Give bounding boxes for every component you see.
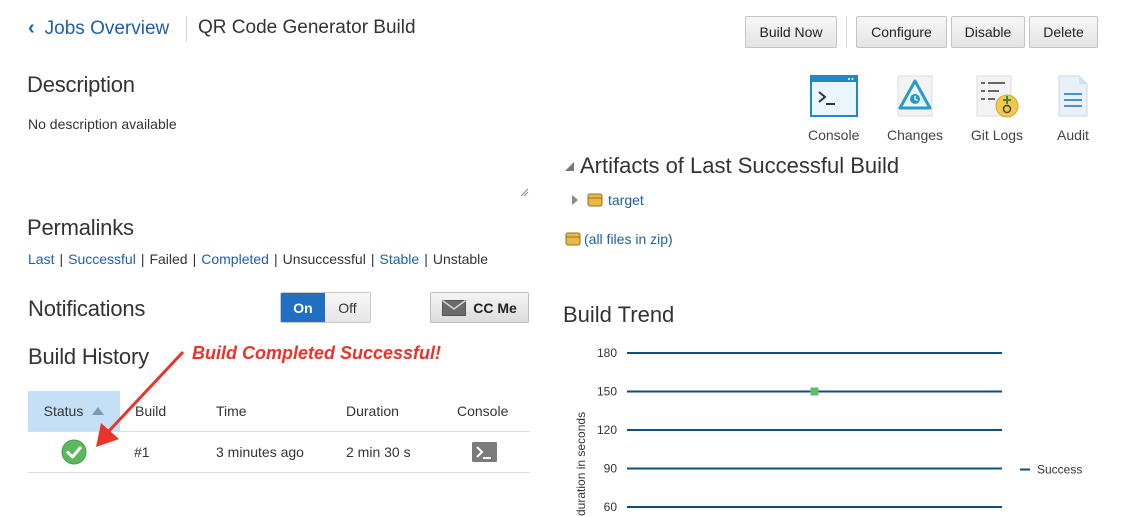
notifications-toggle: On Off [280, 292, 371, 323]
sort-ascending-icon [92, 407, 105, 415]
build-time: 3 minutes ago [216, 444, 304, 460]
build-number-link[interactable]: #1 [134, 432, 150, 472]
y-tick-label: 60 [604, 500, 618, 514]
status-success-icon [61, 432, 87, 472]
description-heading: Description [27, 72, 135, 97]
artifacts-heading[interactable]: Artifacts of Last Successful Build [563, 153, 899, 179]
permalink-stable[interactable]: Stable [379, 251, 419, 267]
git-logs-nav[interactable]: Git Logs [969, 74, 1025, 143]
build-history-heading: Build History [28, 344, 149, 369]
audit-nav-label: Audit [1057, 127, 1089, 143]
annotation-text: Build Completed Successful! [192, 343, 442, 363]
y-tick-label: 90 [604, 462, 618, 476]
y-axis-label: duration in seconds [574, 412, 588, 516]
console-nav-label: Console [808, 127, 860, 143]
changes-icon [897, 75, 933, 117]
column-console: Console [457, 403, 509, 419]
archive-icon [587, 193, 603, 207]
build-trend-heading: Build Trend [563, 302, 675, 327]
permalink-successful[interactable]: Successful [68, 251, 136, 267]
page-title: QR Code Generator Build [198, 17, 416, 38]
permalink-unstable: Unstable [432, 251, 489, 267]
console-nav[interactable]: Console [808, 74, 859, 143]
build-now-button[interactable]: Build Now [745, 16, 837, 48]
console-output-icon[interactable] [472, 432, 497, 472]
console-icon [809, 75, 858, 117]
chevron-left-icon: ‹ [28, 17, 35, 39]
permalink-failed: Failed [149, 251, 188, 267]
build-history-header: Status Build Time Duration Console [28, 391, 530, 432]
git-logs-icon [976, 75, 1019, 118]
zip-archive-icon [565, 232, 581, 246]
build-duration: 2 min 30 s [346, 444, 411, 460]
changes-nav-label: Changes [887, 127, 944, 143]
configure-button[interactable]: Configure [856, 16, 947, 48]
audit-nav[interactable]: Audit [1055, 74, 1091, 143]
cc-me-label: CC Me [473, 299, 517, 316]
permalink-completed[interactable]: Completed [201, 251, 269, 267]
header-divider [186, 16, 187, 42]
permalink-last[interactable]: Last [28, 251, 54, 267]
notifications-off-button[interactable]: Off [325, 293, 370, 322]
collapse-triangle-icon [565, 162, 574, 171]
y-tick-label: 180 [597, 346, 617, 360]
legend-label: Success [1037, 463, 1082, 477]
zip-download-row[interactable]: (all files in zip) [565, 231, 673, 247]
artifact-folder-row[interactable]: target [572, 192, 644, 208]
disable-button[interactable]: Disable [951, 16, 1025, 48]
back-to-jobs-link[interactable]: ‹ Jobs Overview [28, 17, 169, 40]
description-text: No description available [28, 116, 177, 132]
expand-triangle-icon [572, 195, 578, 205]
delete-button[interactable]: Delete [1029, 16, 1098, 48]
data-point[interactable] [810, 387, 819, 396]
cc-me-button[interactable]: CC Me [430, 292, 529, 323]
back-link-label: Jobs Overview [44, 17, 170, 39]
column-build[interactable]: Build [135, 391, 166, 431]
resize-grip-icon[interactable] [519, 187, 529, 197]
notifications-on-button[interactable]: On [281, 293, 325, 322]
permalinks-heading: Permalinks [27, 215, 134, 240]
column-status[interactable]: Status [28, 391, 120, 431]
changes-nav[interactable]: Changes [887, 74, 943, 143]
artifacts-heading-label: Artifacts of Last Successful Build [580, 153, 900, 178]
notifications-heading: Notifications [28, 296, 146, 321]
zip-download-link[interactable]: (all files in zip) [584, 231, 673, 247]
table-row: #1 3 minutes ago 2 min 30 s [28, 432, 530, 473]
button-divider [846, 16, 847, 48]
column-duration[interactable]: Duration [346, 391, 399, 431]
git-logs-nav-label: Git Logs [970, 127, 1024, 143]
audit-document-icon [1058, 75, 1088, 117]
column-status-label: Status [43, 403, 84, 419]
envelope-icon [442, 299, 467, 316]
column-time[interactable]: Time [216, 391, 247, 431]
y-tick-label: 120 [597, 423, 617, 437]
build-trend-chart: 180 150 120 90 60 duration in seconds Success [574, 346, 1082, 516]
y-tick-label: 150 [597, 385, 617, 399]
permalink-unsuccessful: Unsuccessful [282, 251, 366, 267]
artifact-folder-link[interactable]: target [608, 192, 644, 208]
permalinks-list: Last | Successful | Failed | Completed | Unsucce… [28, 251, 489, 267]
